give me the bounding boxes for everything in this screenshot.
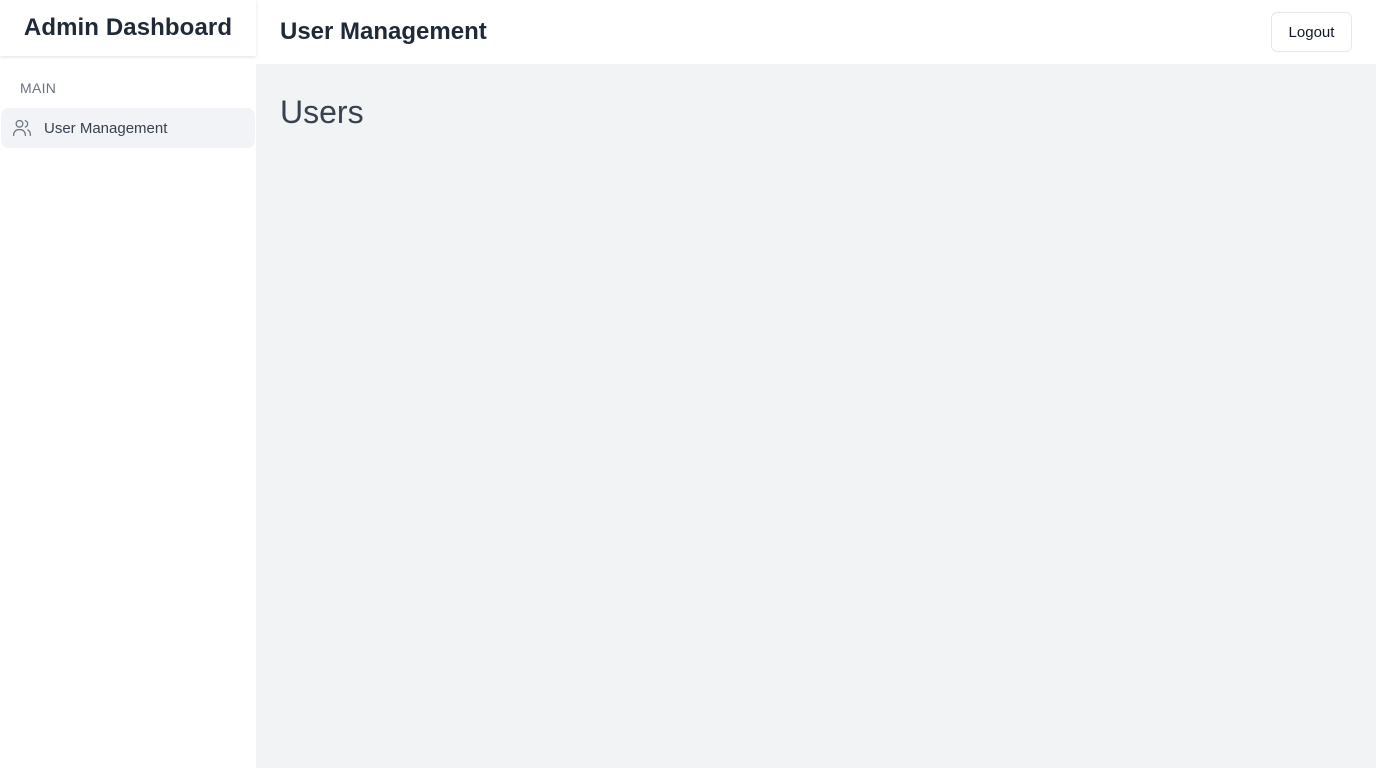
top-header: User Management Logout [256, 0, 1376, 64]
app-title: Admin Dashboard [23, 14, 233, 41]
sidebar: Admin Dashboard MAIN User Management [0, 0, 256, 768]
sidebar-item-label: User Management [44, 119, 168, 137]
logout-button[interactable]: Logout [1271, 12, 1352, 52]
users-icon [12, 118, 32, 138]
page-title: Users [280, 94, 364, 130]
page-header-title: User Management [280, 18, 487, 45]
app-shell: Admin Dashboard MAIN User Management Use… [0, 0, 1376, 768]
sidebar-item-user-management[interactable]: User Management [1, 108, 255, 148]
main-content: Users [256, 64, 1376, 768]
sidebar-brand: Admin Dashboard [0, 0, 256, 56]
sidebar-section-label: MAIN [20, 80, 57, 96]
